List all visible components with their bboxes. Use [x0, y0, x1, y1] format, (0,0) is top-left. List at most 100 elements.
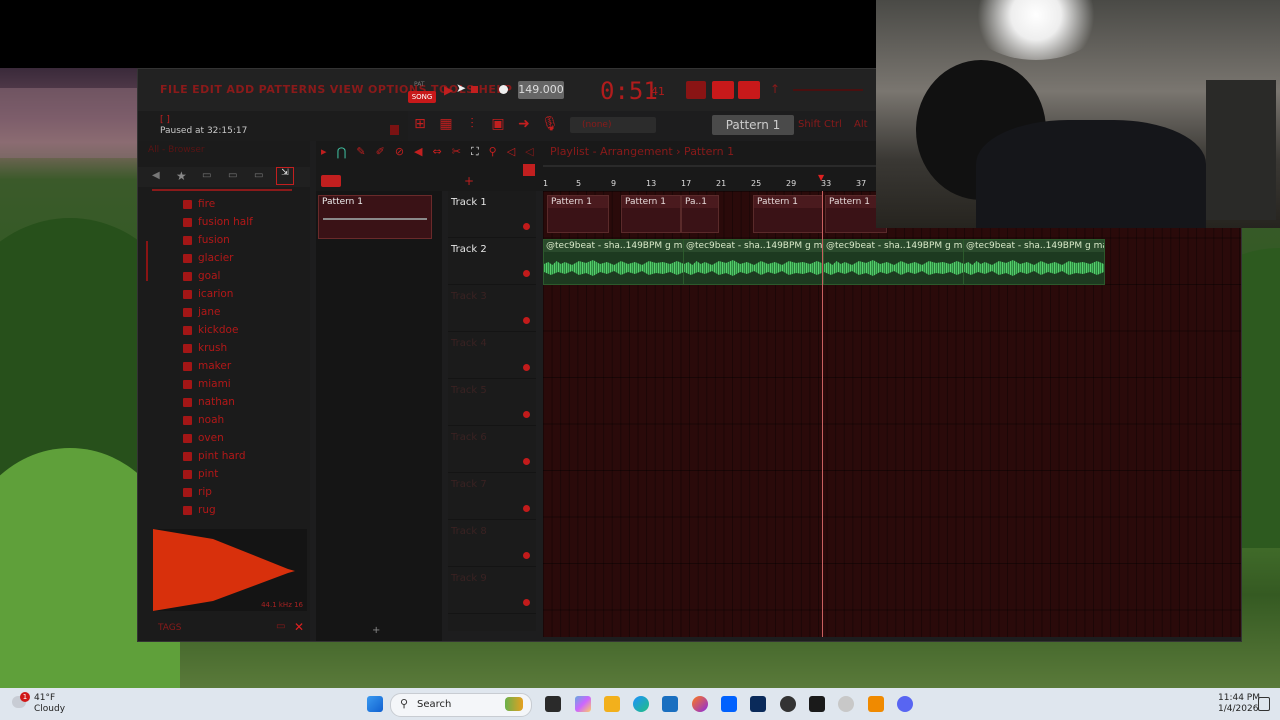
track-mute-icon[interactable]: [523, 599, 530, 606]
clock-date[interactable]: 1/4/2026: [1218, 704, 1258, 714]
master-volume-slider[interactable]: [793, 89, 863, 91]
browser-item[interactable]: krush: [198, 339, 227, 357]
folder-icon[interactable]: ▭: [202, 170, 211, 181]
playback-icon[interactable]: ◁: [507, 145, 515, 159]
menu-patterns[interactable]: PATTERNS: [259, 83, 326, 96]
piano-roll-icon[interactable]: ▦: [436, 113, 456, 135]
none-selector[interactable]: (none): [570, 117, 656, 133]
browser-item[interactable]: oven: [198, 429, 224, 447]
browser-item[interactable]: fusion half: [198, 213, 253, 231]
browser-item[interactable]: rug: [198, 501, 216, 519]
plugin-icon[interactable]: ▣: [488, 113, 508, 135]
browser-item[interactable]: jane: [198, 303, 220, 321]
track-header[interactable]: Track 8: [448, 520, 536, 567]
metronome-button[interactable]: [712, 81, 734, 99]
pattern-clip[interactable]: Pattern 1: [621, 195, 681, 233]
track-mute-icon[interactable]: [523, 458, 530, 465]
audio-clip[interactable]: @tec9beat - sha..149BPM g major: [963, 239, 1105, 285]
browser-item[interactable]: rip: [198, 483, 212, 501]
menu-add[interactable]: ADD: [226, 83, 254, 96]
track-mute-icon[interactable]: [523, 317, 530, 324]
playlist-menu-icon[interactable]: [321, 175, 341, 187]
folder-icon-2[interactable]: ▭: [228, 170, 237, 181]
pattern-clip[interactable]: Pa..1: [681, 195, 719, 233]
snap-icon[interactable]: ↑: [770, 82, 780, 96]
slice-icon[interactable]: ✂: [452, 145, 461, 159]
browser-mode-icon[interactable]: ⇲: [276, 167, 294, 185]
microphone-icon[interactable]: 🎙: [540, 113, 560, 135]
audio-clip[interactable]: @tec9beat - sha..149BPM g major: [683, 239, 825, 285]
play-icon[interactable]: ▶: [444, 83, 453, 97]
firefox-icon[interactable]: [692, 696, 708, 712]
star-icon[interactable]: ★: [176, 169, 187, 183]
browser-item[interactable]: noah: [198, 411, 224, 429]
track-header[interactable]: Track 9: [448, 567, 536, 614]
trash-icon[interactable]: [390, 125, 399, 135]
folder-icon-3[interactable]: ▭: [254, 170, 263, 181]
pattern-clip[interactable]: Pattern 1: [547, 195, 609, 233]
browser-item[interactable]: miami: [198, 375, 231, 393]
add-track-icon[interactable]: +: [464, 174, 474, 188]
discord-icon[interactable]: [897, 696, 913, 712]
browser-item[interactable]: pint hard: [198, 447, 246, 465]
pattern-clip[interactable]: Pattern 1: [753, 195, 823, 233]
menu-arrow-icon[interactable]: ▸: [321, 145, 327, 159]
browser-item[interactable]: goal: [198, 267, 220, 285]
track-header[interactable]: Track 5: [448, 379, 536, 426]
menu-file[interactable]: FILE: [160, 83, 188, 96]
track-header[interactable]: Track 2: [448, 238, 536, 285]
tempo-display[interactable]: 149.000: [518, 81, 564, 99]
wait-button[interactable]: [738, 81, 760, 99]
mute-icon[interactable]: ◀: [414, 145, 422, 159]
search-box[interactable]: ⚲ Search: [390, 693, 532, 717]
menu-view[interactable]: VIEW: [330, 83, 364, 96]
audio-clip[interactable]: @tec9beat - sha..149BPM g major: [823, 239, 965, 285]
track-header[interactable]: Track 4: [448, 332, 536, 379]
pattern-selector[interactable]: Pattern 1: [712, 115, 794, 135]
stop-button[interactable]: [471, 86, 478, 93]
file-explorer-icon[interactable]: [604, 696, 620, 712]
close-icon[interactable]: ✕: [294, 620, 304, 634]
task-view-icon[interactable]: [545, 696, 561, 712]
channel-rack-icon[interactable]: ⊞: [410, 113, 430, 135]
browser-item[interactable]: pint: [198, 465, 218, 483]
select-icon[interactable]: ⛶: [471, 145, 479, 159]
windows-start-icon[interactable]: [367, 696, 383, 712]
browser-item[interactable]: kickdoe: [198, 321, 238, 339]
speaker-icon[interactable]: ◀: [152, 170, 160, 181]
delete-icon[interactable]: ⊘: [395, 145, 404, 159]
track-header[interactable]: Track 6: [448, 426, 536, 473]
track-mute-icon[interactable]: [523, 552, 530, 559]
weather-desc[interactable]: Cloudy: [34, 704, 65, 714]
edge-icon[interactable]: [633, 696, 649, 712]
playlist-grid[interactable]: Pattern 1 Pattern 1 Pa..1 Pattern 1 Patt…: [543, 191, 1241, 637]
arrow-right-icon[interactable]: ➜: [514, 113, 534, 135]
track-mute-icon[interactable]: [523, 364, 530, 371]
add-pattern-icon[interactable]: +: [372, 625, 380, 636]
app2-icon[interactable]: [780, 696, 796, 712]
copilot-icon[interactable]: [575, 696, 591, 712]
store-icon[interactable]: [662, 696, 678, 712]
zoom-icon[interactable]: ⚲: [489, 145, 497, 159]
pattern-picker-icon[interactable]: [523, 164, 535, 176]
track-mute-icon[interactable]: [523, 505, 530, 512]
track-header[interactable]: Track 1: [448, 191, 536, 238]
speaker-icon[interactable]: ◁: [525, 145, 533, 159]
browser-item[interactable]: fusion: [198, 231, 230, 249]
track-mute-icon[interactable]: [523, 411, 530, 418]
slip-icon[interactable]: ⇔: [433, 145, 442, 159]
notification-bell-icon[interactable]: [1258, 697, 1270, 711]
track-header[interactable]: Track 3: [448, 285, 536, 332]
playhead-marker[interactable]: ▼: [818, 173, 824, 182]
meter-icon[interactable]: [686, 81, 706, 99]
pencil-icon[interactable]: ✎: [356, 145, 365, 159]
sample-preview[interactable]: 44.1 kHz 16: [153, 529, 307, 611]
dropbox-icon[interactable]: [721, 696, 737, 712]
app-icon[interactable]: [750, 696, 766, 712]
browser-item[interactable]: glacier: [198, 249, 233, 267]
magnet-icon[interactable]: ⋂: [337, 145, 347, 159]
browser-scrollbar[interactable]: [146, 241, 148, 281]
menu-edit[interactable]: EDIT: [192, 83, 222, 96]
browser-item[interactable]: icarion: [198, 285, 233, 303]
browser-item[interactable]: fire: [198, 195, 215, 213]
